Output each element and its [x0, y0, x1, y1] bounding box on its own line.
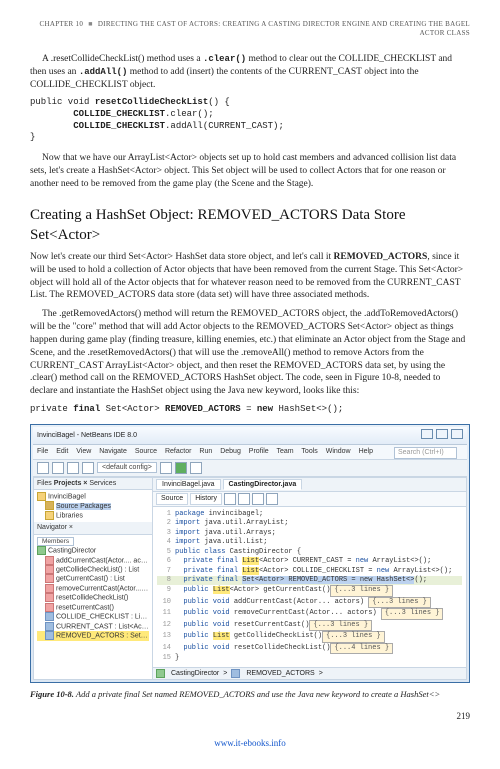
field-icon	[45, 622, 54, 631]
project-icon	[37, 492, 46, 501]
maximize-button[interactable]	[436, 429, 448, 439]
projects-panel-tabs: Files Projects × Services	[34, 478, 152, 490]
nav-item[interactable]: getCurrentCast() : List	[56, 576, 125, 583]
field-icon	[45, 631, 54, 640]
field-icon	[231, 669, 240, 678]
method-icon	[45, 574, 54, 583]
breadcrumb-field[interactable]: REMOVED_ACTORS	[246, 669, 314, 678]
history-view-button[interactable]: History	[190, 493, 222, 505]
menu-profile[interactable]: Profile	[249, 448, 269, 455]
minimize-button[interactable]	[421, 429, 433, 439]
menu-tools[interactable]: Tools	[301, 448, 317, 455]
code-editor[interactable]: 1package invincibagel; 2import java.util…	[153, 507, 466, 667]
ide-titlebar: InvinciBagel - NetBeans IDE 8.0	[33, 427, 467, 445]
menu-window[interactable]: Window	[326, 448, 351, 455]
open-icon[interactable]	[52, 462, 64, 474]
nav-item-selected[interactable]: REMOVED_ACTORS : Set<Actor>	[56, 632, 149, 639]
page-number: 219	[30, 710, 470, 722]
project-root[interactable]: InvinciBagel	[48, 493, 86, 500]
menu-view[interactable]: View	[76, 448, 91, 455]
ide-menubar: File Edit View Navigate Source Refactor …	[33, 445, 467, 459]
source-view-button[interactable]: Source	[156, 493, 188, 505]
editor-tabs: InvinciBagel.java CastingDirector.java	[153, 478, 466, 492]
nav-item[interactable]: removeCurrentCast(Actor.... actors)	[56, 585, 149, 592]
section-heading: Creating a HashSet Object: REMOVED_ACTOR…	[30, 205, 470, 246]
editor-toolbar: Source History	[153, 492, 466, 507]
menu-team[interactable]: Team	[276, 448, 293, 455]
menu-navigate[interactable]: Navigate	[99, 448, 127, 455]
build-icon[interactable]	[160, 462, 172, 474]
tab-services[interactable]: Services	[89, 480, 116, 487]
tool-icon[interactable]	[224, 493, 236, 505]
navigator-tree: Members CastingDirector addCurrentCast(A…	[34, 535, 152, 643]
editor-tab-active[interactable]: CastingDirector.java	[223, 479, 303, 490]
paragraph-1: A .resetCollideCheckList() method uses a…	[30, 53, 470, 91]
figure-caption: Figure 10-8. Add a private final Set nam…	[30, 689, 470, 700]
libraries[interactable]: Libraries	[56, 512, 83, 519]
nav-item[interactable]: COLLIDE_CHECKLIST : List<Actor>	[56, 614, 149, 621]
chapter-header: CHAPTER 10 ■ DIRECTING THE CAST OF ACTOR…	[30, 20, 470, 39]
footer-link-anchor[interactable]: www.it-ebooks.info	[214, 738, 285, 748]
ide-toolbar: <default config>	[33, 460, 467, 477]
nav-class[interactable]: CastingDirector	[48, 547, 96, 554]
menu-refactor[interactable]: Refactor	[165, 448, 191, 455]
editor-breadcrumb: CastingDirector > REMOVED_ACTORS >	[153, 667, 466, 679]
tab-projects[interactable]: Projects ×	[54, 480, 88, 487]
menu-run[interactable]: Run	[199, 448, 212, 455]
nav-item[interactable]: resetCollideCheckList()	[56, 595, 128, 602]
breadcrumb-class[interactable]: CastingDirector	[171, 669, 219, 678]
method-icon	[45, 584, 54, 593]
projects-tree: InvinciBagel Source Packages Libraries	[34, 490, 152, 522]
tool-icon[interactable]	[238, 493, 250, 505]
config-select[interactable]: <default config>	[97, 462, 157, 473]
nav-item[interactable]: CURRENT_CAST : List<Actor>	[56, 623, 149, 630]
separator-icon: ■	[88, 20, 93, 28]
undo-icon[interactable]	[82, 462, 94, 474]
class-icon	[37, 546, 46, 555]
ide-title: InvinciBagel - NetBeans IDE 8.0	[37, 431, 137, 440]
code-block-2: private final Set<Actor> REMOVED_ACTORS …	[30, 404, 470, 416]
code-block-1: public void resetCollideCheckList() { CO…	[30, 97, 470, 144]
new-file-icon[interactable]	[37, 462, 49, 474]
method-icon	[45, 593, 54, 602]
ide-window: InvinciBagel - NetBeans IDE 8.0 File Edi…	[30, 424, 470, 683]
menu-debug[interactable]: Debug	[220, 448, 241, 455]
package-icon	[45, 501, 54, 510]
tool-icon[interactable]	[252, 493, 264, 505]
chapter-prefix: CHAPTER 10	[40, 20, 84, 28]
paragraph-4: The .getRemovedActors() method will retu…	[30, 308, 470, 398]
nav-item[interactable]: getCollideCheckList() : List	[56, 566, 139, 573]
menu-help[interactable]: Help	[359, 448, 373, 455]
chapter-title: DIRECTING THE CAST OF ACTORS: CREATING A…	[98, 20, 470, 37]
search-input[interactable]: Search (Ctrl+I)	[394, 447, 457, 458]
menu-source[interactable]: Source	[135, 448, 157, 455]
tool-icon[interactable]	[266, 493, 278, 505]
menu-edit[interactable]: Edit	[56, 448, 68, 455]
class-icon	[156, 669, 165, 678]
method-icon	[45, 603, 54, 612]
method-icon	[45, 556, 54, 565]
close-button[interactable]	[451, 429, 463, 439]
method-icon	[45, 565, 54, 574]
save-icon[interactable]	[67, 462, 79, 474]
members-select[interactable]: Members	[37, 537, 74, 546]
window-buttons	[420, 429, 463, 442]
paragraph-2: Now that we have our ArrayList<Actor> ob…	[30, 152, 470, 190]
editor-tab[interactable]: InvinciBagel.java	[156, 479, 221, 490]
nav-item[interactable]: addCurrentCast(Actor.... actors)	[56, 557, 149, 564]
paragraph-3: Now let's create our third Set<Actor> Ha…	[30, 251, 470, 302]
nav-item[interactable]: resetCurrentCast()	[56, 604, 114, 611]
source-packages[interactable]: Source Packages	[56, 503, 111, 510]
debug-icon[interactable]	[190, 462, 202, 474]
navigator-panel-head: Navigator ×	[34, 522, 152, 534]
footer-link: www.it-ebooks.info	[30, 737, 470, 749]
run-icon[interactable]	[175, 462, 187, 474]
libraries-icon	[45, 511, 54, 520]
menu-file[interactable]: File	[37, 448, 48, 455]
tab-files[interactable]: Files	[37, 480, 52, 487]
